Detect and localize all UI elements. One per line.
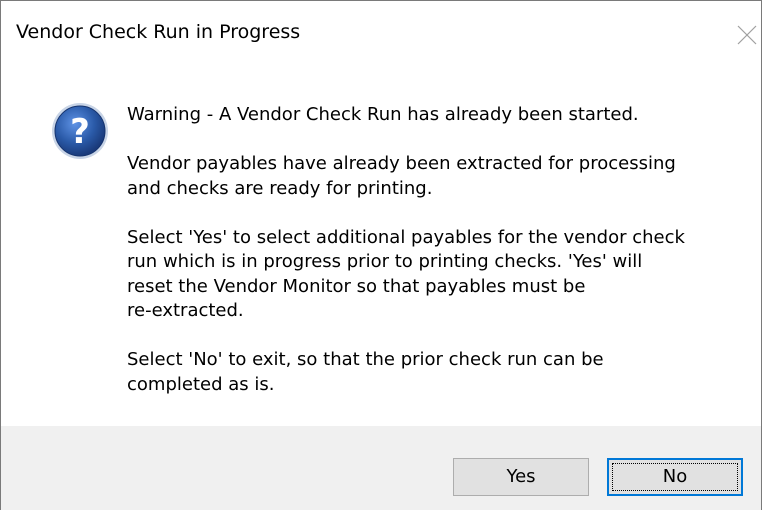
yes-button[interactable]: Yes (453, 458, 589, 496)
message-paragraph-yes: Select 'Yes' to select additional payabl… (127, 226, 685, 322)
message-paragraph-warning: Warning - A Vendor Check Run has already… (127, 104, 639, 125)
dialog-body: ? Warning - A Vendor Check Run has alrea… (1, 61, 761, 426)
close-icon (737, 25, 757, 45)
no-button[interactable]: No (607, 458, 743, 496)
window-title: Vendor Check Run in Progress (16, 21, 301, 43)
close-button[interactable] (723, 15, 762, 55)
title-bar: Vendor Check Run in Progress (1, 1, 761, 61)
message-text: Warning - A Vendor Check Run has already… (127, 103, 747, 422)
message-paragraph-extracted: Vendor payables have already been extrac… (127, 153, 676, 199)
focus-rectangle (612, 463, 738, 491)
button-bar: Yes No (1, 426, 761, 510)
message-dialog: Vendor Check Run in Progress ? Warning -… (0, 0, 762, 510)
message-paragraph-no: Select 'No' to exit, so that the prior c… (127, 349, 604, 395)
svg-text:?: ? (70, 112, 90, 152)
question-icon: ? (50, 101, 110, 161)
yes-button-label: Yes (506, 466, 536, 487)
